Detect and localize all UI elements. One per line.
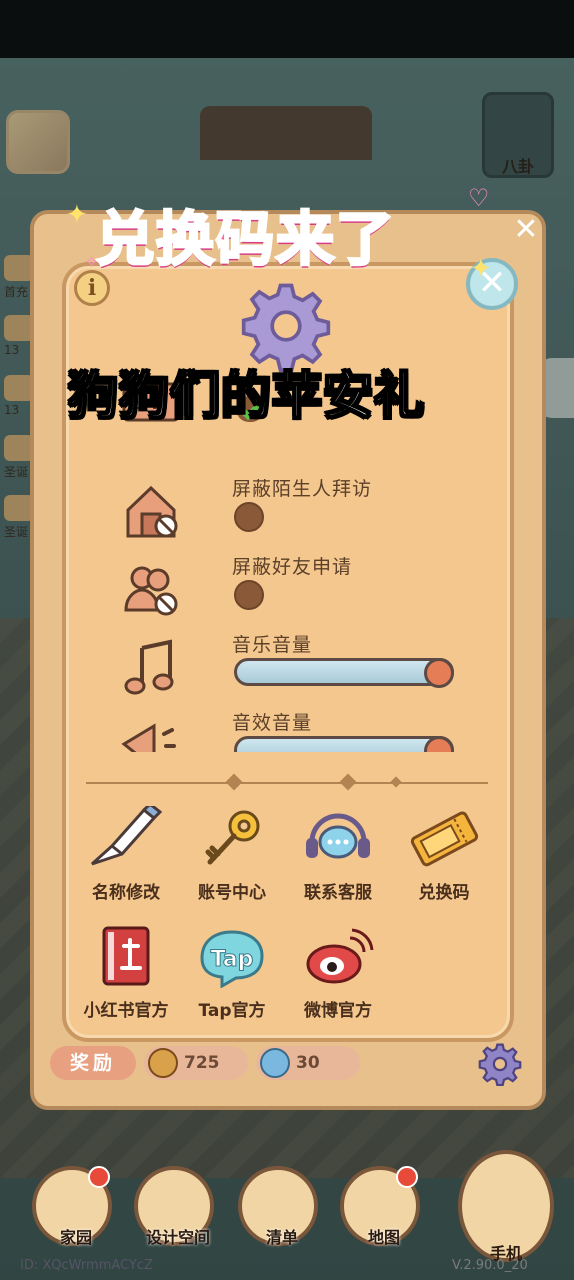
nav-map-label: 地图 [367,1228,400,1247]
overlay-subtitle: 狗狗们的苹安礼 [67,366,425,426]
rename-button[interactable]: 名称修改 [74,801,178,906]
divider [86,773,488,791]
sparkle-icon: ✦ [470,254,492,284]
overlay-title: 兑换码来了 [94,204,397,275]
customer-service-label: 联系客服 [304,883,372,903]
settings-gear-icon[interactable] [478,1042,522,1086]
taptap-label: Tap官方 [198,1001,266,1021]
ticket-icon [410,811,479,867]
redeem-code-label: 兑换码 [418,883,470,903]
xiaohongshu-icon [102,926,150,986]
weibo-icon [306,928,374,984]
version-text: V.2.90.0_20 [452,1258,528,1273]
nav-phone[interactable]: 手机 [458,1150,554,1263]
music-volume-knob[interactable] [424,658,454,688]
house-blocked-icon [126,485,178,538]
heart-icon: ♡ [468,184,490,212]
coin-icon [148,1048,178,1078]
friends-blocked-icon [124,566,178,616]
settings-row-music-volume[interactable]: 音乐音量 [80,630,496,710]
nav-home-label: 家园 [59,1228,92,1247]
nav-home[interactable]: 家园 [32,1166,112,1247]
key-icon [205,810,260,865]
sfx-volume-knob[interactable] [424,736,454,752]
swirl-icon [260,1048,290,1078]
currency-gems: 30 [256,1046,360,1080]
nav-map[interactable]: 地图 [340,1166,420,1247]
player-id: ID: XQcWrmmACYcZ [20,1258,153,1273]
notification-badge [88,1166,110,1188]
block-friend-requests-toggle[interactable] [234,580,264,610]
account-center-label: 账号中心 [198,883,266,903]
currency-coins-value: 725 [184,1053,220,1073]
outer-close-icon[interactable]: ✕ [510,214,542,246]
block-strangers-label: 屏蔽陌生人拜访 [232,478,373,500]
settings-row-block-friend-requests[interactable]: 屏蔽好友申请 [80,552,496,632]
nav-design-space-label: 设计空间 [145,1228,210,1247]
svg-text:Tap: Tap [211,947,254,972]
reward-label: 奖励 [50,1046,136,1080]
speaker-icon [121,723,176,752]
taptap-button[interactable]: Tap Tap官方 [180,924,284,1024]
headset-icon [306,813,370,859]
sfx-volume-slider[interactable] [234,736,454,752]
customer-service-button[interactable]: 联系客服 [286,806,390,906]
sfx-volume-label: 音效音量 [232,712,313,734]
block-strangers-toggle[interactable] [234,502,264,532]
rename-label: 名称修改 [92,883,160,903]
xiaohongshu-button[interactable]: 小红书官方 [74,924,178,1024]
nav-design-space[interactable]: 设计空间 [134,1166,214,1247]
music-note-icon [124,639,174,695]
settings-row-block-strangers[interactable]: 屏蔽陌生人拜访 [80,474,496,554]
xiaohongshu-label: 小红书官方 [83,1001,169,1021]
settings-list[interactable]: 屏蔽陌生人拜访 屏蔽好友申请 音乐音量 音效音量 [80,380,496,752]
pencil-icon [90,801,163,866]
nav-checklist-label: 清单 [265,1228,298,1247]
account-center-button[interactable]: 账号中心 [180,806,284,906]
music-volume-label: 音乐音量 [232,634,313,656]
settings-row-sfx-volume[interactable]: 音效音量 [80,708,496,752]
nav-checklist[interactable]: 清单 [238,1166,318,1247]
taptap-icon: Tap [200,930,264,989]
block-friend-requests-label: 屏蔽好友申请 [232,556,353,578]
weibo-button[interactable]: 微博官方 [286,924,390,1024]
notification-badge [396,1166,418,1188]
weibo-label: 微博官方 [304,1001,372,1021]
currency-gems-value: 30 [296,1053,320,1073]
sparkle-icon: ✦ [66,200,88,230]
currency-coins: 725 [144,1046,248,1080]
music-volume-slider[interactable] [234,658,454,688]
redeem-code-button[interactable]: 兑换码 [392,806,496,906]
